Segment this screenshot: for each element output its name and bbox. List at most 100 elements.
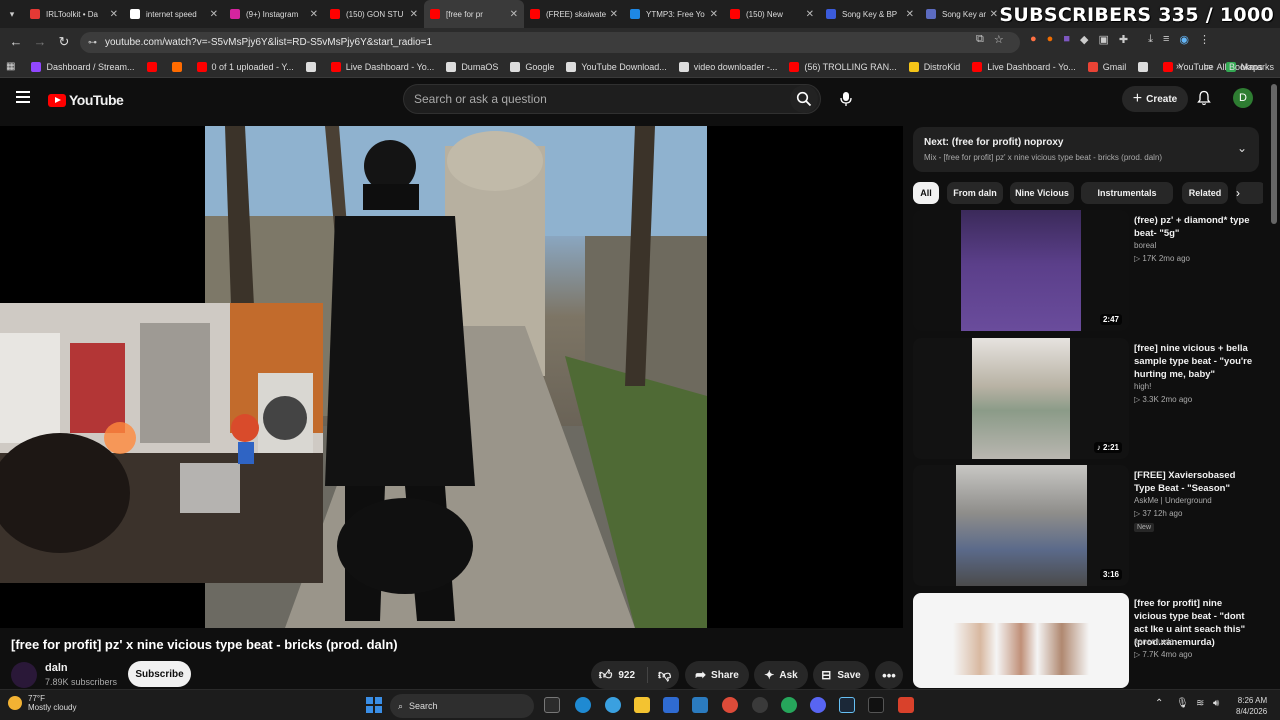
channel-name[interactable]: daln <box>45 662 68 674</box>
back-arrow-icon[interactable]: ← <box>4 34 28 49</box>
bookmarks-overflow-icon[interactable]: » <box>1176 61 1181 71</box>
bookmark-item[interactable]: Live Dashboard - Yo... <box>330 61 434 72</box>
filter-chip-overflow[interactable] <box>1236 182 1263 204</box>
extension-icon[interactable]: ◆ <box>1080 33 1088 46</box>
tab-close-icon[interactable]: ✕ <box>710 9 718 20</box>
steam-icon[interactable] <box>839 697 855 713</box>
dislike-button[interactable]: 👎︎ <box>648 667 671 683</box>
browser-tab[interactable]: YTMP3: Free Yo ✕ <box>624 0 724 28</box>
browser-tab[interactable]: Song Key and ✕ <box>920 0 1004 28</box>
bookmark-item[interactable]: video downloader -... <box>678 61 777 72</box>
browser-tab[interactable]: [free for pr ✕ <box>424 0 524 28</box>
extension-icon[interactable]: ● <box>1030 33 1037 46</box>
channel-avatar[interactable] <box>11 662 37 688</box>
tab-close-icon[interactable]: ✕ <box>410 9 418 20</box>
notifications-bell-icon[interactable] <box>1196 90 1212 111</box>
browser-tab[interactable]: (FREE) skaiwate ✕ <box>524 0 624 28</box>
tab-close-icon[interactable]: ✕ <box>906 9 914 20</box>
reload-icon[interactable]: ↻ <box>52 34 76 50</box>
all-bookmarks-button[interactable]: ▭ All Bookmarks <box>1204 61 1274 72</box>
bookmark-item[interactable]: DistroKid <box>908 61 960 72</box>
video-thumbnail[interactable]: 3:16 <box>913 465 1129 586</box>
tab-close-icon[interactable]: ✕ <box>210 9 218 20</box>
copilot-icon[interactable] <box>605 697 621 713</box>
microphone-tray-icon[interactable]: 🎙︎ <box>1176 698 1189 709</box>
extension-icon[interactable]: ▣ <box>1098 33 1108 46</box>
browser-tab[interactable]: (150) New ✕ <box>724 0 820 28</box>
extensions-puzzle-icon[interactable]: ✚ <box>1119 33 1128 46</box>
app-icon[interactable] <box>692 697 708 713</box>
profile-icon[interactable]: ◉ <box>1179 33 1189 46</box>
windows-start-icon[interactable] <box>366 697 382 713</box>
tab-close-icon[interactable]: ✕ <box>806 9 814 20</box>
wifi-icon[interactable]: ≋ <box>1196 698 1204 709</box>
more-actions-button[interactable]: ••• <box>875 661 903 689</box>
recommendation-channel[interactable]: boreal <box>1134 241 1156 250</box>
filter-chip[interactable]: Instrumentals <box>1081 182 1173 204</box>
video-thumbnail[interactable] <box>913 593 1129 688</box>
media-controls-icon[interactable]: ≡ <box>1163 33 1169 46</box>
microsoft-store-icon[interactable] <box>663 697 679 713</box>
tray-chevron-icon[interactable]: ⌃ <box>1155 698 1163 709</box>
discord-icon[interactable] <box>810 697 826 713</box>
forward-arrow-icon[interactable]: → <box>28 34 52 49</box>
download-icon[interactable]: ⤓ <box>1148 33 1153 46</box>
chevron-right-icon[interactable]: › <box>1236 186 1240 200</box>
filter-chip[interactable]: Nine Vicious <box>1010 182 1074 204</box>
bookmark-item[interactable]: Live Dashboard - Yo... <box>972 61 1076 72</box>
chrome-profile-icon[interactable] <box>781 697 797 713</box>
bookmark-item[interactable]: (56) TROLLING RAN... <box>789 61 897 72</box>
bookmark-item[interactable] <box>1138 61 1153 72</box>
bookmark-item[interactable]: YouTube Download... <box>566 61 667 72</box>
file-explorer-icon[interactable] <box>634 697 650 713</box>
browser-tab[interactable]: (9+) Instagram ✕ <box>224 0 324 28</box>
bookmark-item[interactable] <box>171 61 187 72</box>
obs-icon[interactable] <box>752 697 768 713</box>
tab-search-menu-icon[interactable]: ▾ <box>0 9 24 20</box>
share-button[interactable]: ➦ Share <box>685 661 749 689</box>
extension-icon[interactable]: ● <box>1047 33 1054 46</box>
chrome-icon[interactable] <box>722 697 738 713</box>
browser-tab[interactable]: Song Key & BP ✕ <box>820 0 920 28</box>
browser-tab[interactable]: IRLToolkit • Da ✕ <box>24 0 124 28</box>
address-bar[interactable]: ⊶ youtube.com/watch?v=-S5vMsPjy6Y&list=R… <box>80 32 1020 53</box>
bookmark-star-icon[interactable]: ☆ <box>994 33 1004 46</box>
recommendation-item[interactable]: ♪ 2:21 [free] nine vicious + bella sample… <box>913 338 1263 460</box>
up-next-panel[interactable]: Next: (free for profit) noproxy Mix - [f… <box>913 127 1259 172</box>
recommendation-channel[interactable]: xanemurda <box>1134 637 1174 646</box>
youtube-logo[interactable]: YouTube <box>48 92 124 108</box>
recommendation-title[interactable]: [free] nine vicious + bella sample type … <box>1134 342 1256 381</box>
taskbar-clock[interactable]: 8:26 AM 8/4/2026 <box>1236 695 1267 717</box>
bookmark-item[interactable]: 0 of 1 uploaded - Y... <box>196 61 294 72</box>
extension-icon[interactable]: ■ <box>1063 33 1070 46</box>
tab-close-icon[interactable]: ✕ <box>310 9 318 20</box>
save-button[interactable]: ⊟ Save <box>813 661 869 689</box>
edge-browser-icon[interactable] <box>575 697 591 713</box>
browser-tab[interactable]: internet speed ✕ <box>124 0 224 28</box>
capcut-icon[interactable] <box>868 697 884 713</box>
tab-close-icon[interactable]: ✕ <box>110 9 118 20</box>
search-icon[interactable] <box>790 85 818 113</box>
recommendation-title[interactable]: [FREE] Xaviersobased Type Beat - "Season… <box>1134 469 1256 495</box>
like-button[interactable]: 👍︎ 922 <box>599 667 649 683</box>
cast-icon[interactable]: ⧉ <box>976 33 984 46</box>
task-view-icon[interactable] <box>544 697 560 713</box>
apps-grid-icon[interactable]: ▦ <box>6 61 15 72</box>
tab-close-icon[interactable]: ✕ <box>510 9 518 20</box>
recommendation-item[interactable]: 2:47 (free) pz' + diamond* type beat- "5g… <box>913 210 1263 332</box>
kebab-menu-icon[interactable]: ⋮ <box>1199 33 1210 46</box>
create-button[interactable]: + Create <box>1122 86 1188 112</box>
video-thumbnail[interactable]: 2:47 <box>913 210 1129 331</box>
bookmark-item[interactable]: Dashboard / Stream... <box>31 61 135 72</box>
volume-icon[interactable]: 🔊︎ <box>1213 698 1219 709</box>
filter-chip[interactable]: All <box>913 182 939 204</box>
page-scrollbar[interactable] <box>1271 84 1277 224</box>
recommendation-title[interactable]: (free) pz' + diamond* type beat- "5g" <box>1134 214 1256 240</box>
account-avatar[interactable]: D <box>1233 88 1253 108</box>
microphone-icon[interactable] <box>832 85 860 113</box>
tab-close-icon[interactable]: ✕ <box>610 9 618 20</box>
video-thumbnail[interactable]: ♪ 2:21 <box>913 338 1129 459</box>
video-player[interactable] <box>0 126 903 628</box>
bookmark-item[interactable] <box>305 61 321 72</box>
tab-close-icon[interactable]: ✕ <box>990 9 998 20</box>
